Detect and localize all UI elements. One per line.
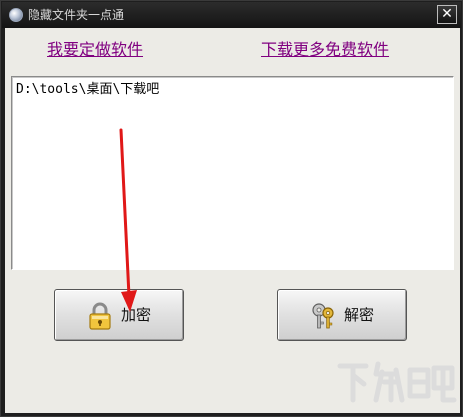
- title-bar[interactable]: 隐藏文件夹一点通 ✕: [2, 2, 461, 28]
- keys-icon: [312, 303, 334, 329]
- client-area: 我要定做软件 下载更多免费软件 D:\tools\桌面\下载吧 加密 解密: [5, 28, 460, 413]
- folder-path-text: D:\tools\桌面\下载吧: [16, 82, 160, 97]
- encrypt-label: 加密: [121, 306, 152, 324]
- close-icon: ✕: [441, 6, 453, 22]
- custom-software-link[interactable]: 我要定做软件: [47, 40, 143, 60]
- main-window: 隐藏文件夹一点通 ✕ 我要定做软件 下载更多免费软件 D:\tools\桌面\下…: [0, 0, 463, 417]
- close-button[interactable]: ✕: [437, 5, 457, 24]
- app-icon: [9, 8, 23, 22]
- free-software-link[interactable]: 下载更多免费软件: [261, 40, 389, 60]
- folder-path-box[interactable]: D:\tools\桌面\下载吧: [11, 76, 454, 270]
- padlock-icon: [89, 302, 111, 330]
- decrypt-label: 解密: [344, 306, 375, 324]
- window-title: 隐藏文件夹一点通: [28, 8, 125, 22]
- encrypt-button[interactable]: 加密: [54, 289, 184, 341]
- decrypt-button[interactable]: 解密: [277, 289, 407, 341]
